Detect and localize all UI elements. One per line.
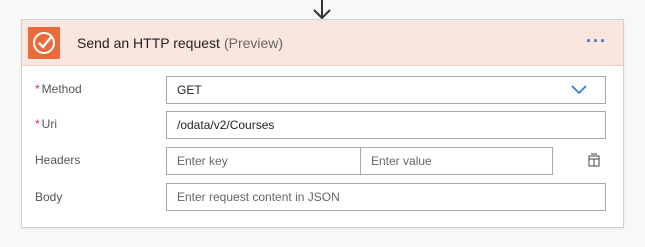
body-input[interactable]: Enter request content in JSON	[166, 183, 606, 211]
switch-to-text-mode-icon[interactable]	[587, 153, 601, 167]
down-arrow-icon	[313, 0, 331, 20]
card-header[interactable]: Send an HTTP request (Preview) ···	[22, 20, 623, 66]
action-card: Send an HTTP request (Preview) ··· * Metho…	[21, 19, 624, 228]
uri-row: * Uri /odata/v2/Courses	[22, 111, 623, 141]
method-label: * Method	[35, 82, 82, 96]
required-mark: *	[35, 117, 40, 131]
required-mark: *	[35, 82, 40, 96]
body-label: Body	[35, 190, 63, 204]
http-request-icon	[28, 27, 60, 59]
header-key-input[interactable]: Enter key	[166, 147, 361, 175]
method-row: * Method GET	[22, 76, 623, 106]
headers-row: Headers Enter key Enter value	[22, 147, 623, 177]
preview-badge: (Preview)	[223, 35, 284, 51]
uri-label: * Uri	[35, 117, 57, 131]
uri-input[interactable]: /odata/v2/Courses	[166, 111, 606, 139]
headers-label: Headers	[35, 153, 81, 167]
method-value: GET	[177, 83, 202, 97]
chevron-down-icon	[571, 85, 587, 95]
action-title: Send an HTTP request (Preview)	[77, 35, 283, 51]
method-label-text: Method	[41, 82, 82, 96]
method-select[interactable]: GET	[166, 76, 606, 104]
body-row: Body Enter request content in JSON	[22, 183, 623, 213]
uri-label-text: Uri	[41, 117, 57, 131]
action-title-text: Send an HTTP request	[77, 35, 220, 51]
header-value-input[interactable]: Enter value	[360, 147, 553, 175]
more-options-icon[interactable]: ···	[586, 32, 607, 50]
